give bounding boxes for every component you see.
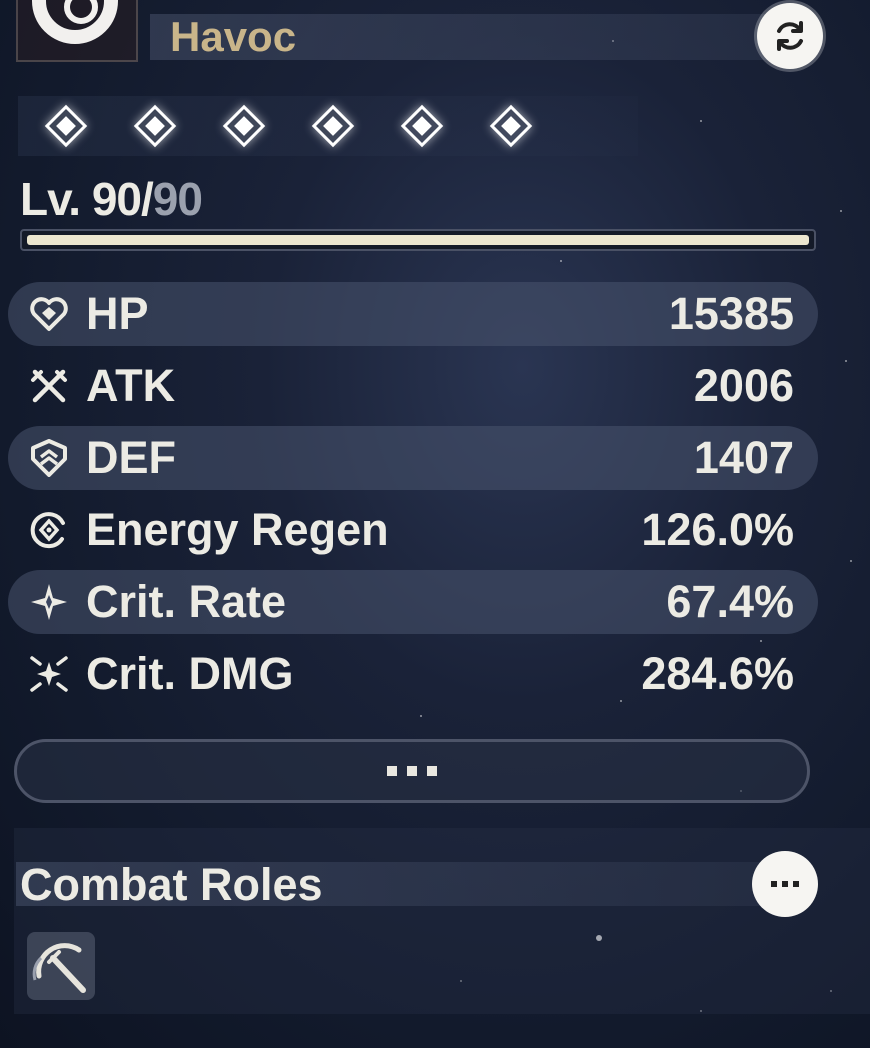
- ellipsis-dot: [427, 766, 437, 776]
- stat-row-crit-rate[interactable]: Crit. Rate 67.4%: [8, 570, 818, 634]
- stat-value: 15385: [668, 288, 794, 339]
- stat-row-crit-dmg[interactable]: Crit. DMG 284.6%: [8, 642, 818, 706]
- energy-regen-icon: [30, 512, 65, 549]
- sequence-node-3[interactable]: [222, 104, 266, 148]
- sequence-node-5[interactable]: [400, 104, 444, 148]
- stat-label: Crit. DMG: [86, 648, 294, 699]
- level-current: 90: [91, 173, 142, 225]
- ellipsis-dot: [407, 766, 417, 776]
- sequence-node-1[interactable]: [44, 104, 88, 148]
- character-name: Havoc: [170, 13, 297, 60]
- stat-value: 2006: [693, 360, 794, 411]
- combat-roles-title: Combat Roles: [20, 859, 323, 910]
- stat-label: Energy Regen: [86, 504, 389, 555]
- stat-label: DEF: [86, 432, 176, 483]
- heart-icon: [30, 297, 68, 331]
- ellipsis-dot: [387, 766, 397, 776]
- ellipsis-dot: [771, 881, 777, 887]
- stat-value: 67.4%: [666, 576, 794, 627]
- stat-value: 126.0%: [641, 504, 794, 555]
- level-max: 90: [152, 173, 203, 225]
- level-progress-fill: [27, 235, 809, 245]
- level-progress-bar: [20, 229, 816, 251]
- level-separator: /: [141, 173, 154, 225]
- level-display: Lv. 90/90: [20, 172, 203, 226]
- combat-roles-panel: [14, 828, 870, 1014]
- stat-label: Crit. Rate: [86, 576, 287, 627]
- stat-row-def[interactable]: DEF 1407: [8, 426, 818, 490]
- shield-icon: [31, 439, 67, 477]
- ellipsis-dot: [793, 881, 799, 887]
- resonator-emblem: [16, 0, 138, 62]
- stat-label: ATK: [86, 360, 176, 411]
- crit-rate-icon: [31, 584, 67, 620]
- refresh-icon: [777, 21, 803, 51]
- sequence-node-6[interactable]: [489, 104, 533, 148]
- stat-row-atk[interactable]: ATK 2006: [8, 354, 818, 418]
- level-prefix: Lv.: [20, 173, 92, 225]
- ellipsis-dot: [782, 881, 788, 887]
- crit-dmg-icon: [30, 656, 68, 692]
- swap-character-button[interactable]: [757, 3, 823, 69]
- stat-row-hp[interactable]: HP 15385: [8, 282, 818, 346]
- stat-row-energy-regen[interactable]: Energy Regen 126.0%: [8, 498, 818, 562]
- scythe-blade-icon: [32, 943, 86, 993]
- more-stats-button[interactable]: [14, 739, 810, 803]
- stat-value: 284.6%: [641, 648, 794, 699]
- combat-role-tile[interactable]: [27, 932, 95, 1000]
- stat-label: HP: [86, 288, 149, 339]
- sequence-node-4[interactable]: [311, 104, 355, 148]
- sequence-node-2[interactable]: [133, 104, 177, 148]
- crossed-swords-icon: [31, 369, 67, 403]
- combat-roles-more-button[interactable]: [752, 851, 818, 917]
- stat-value: 1407: [693, 432, 794, 483]
